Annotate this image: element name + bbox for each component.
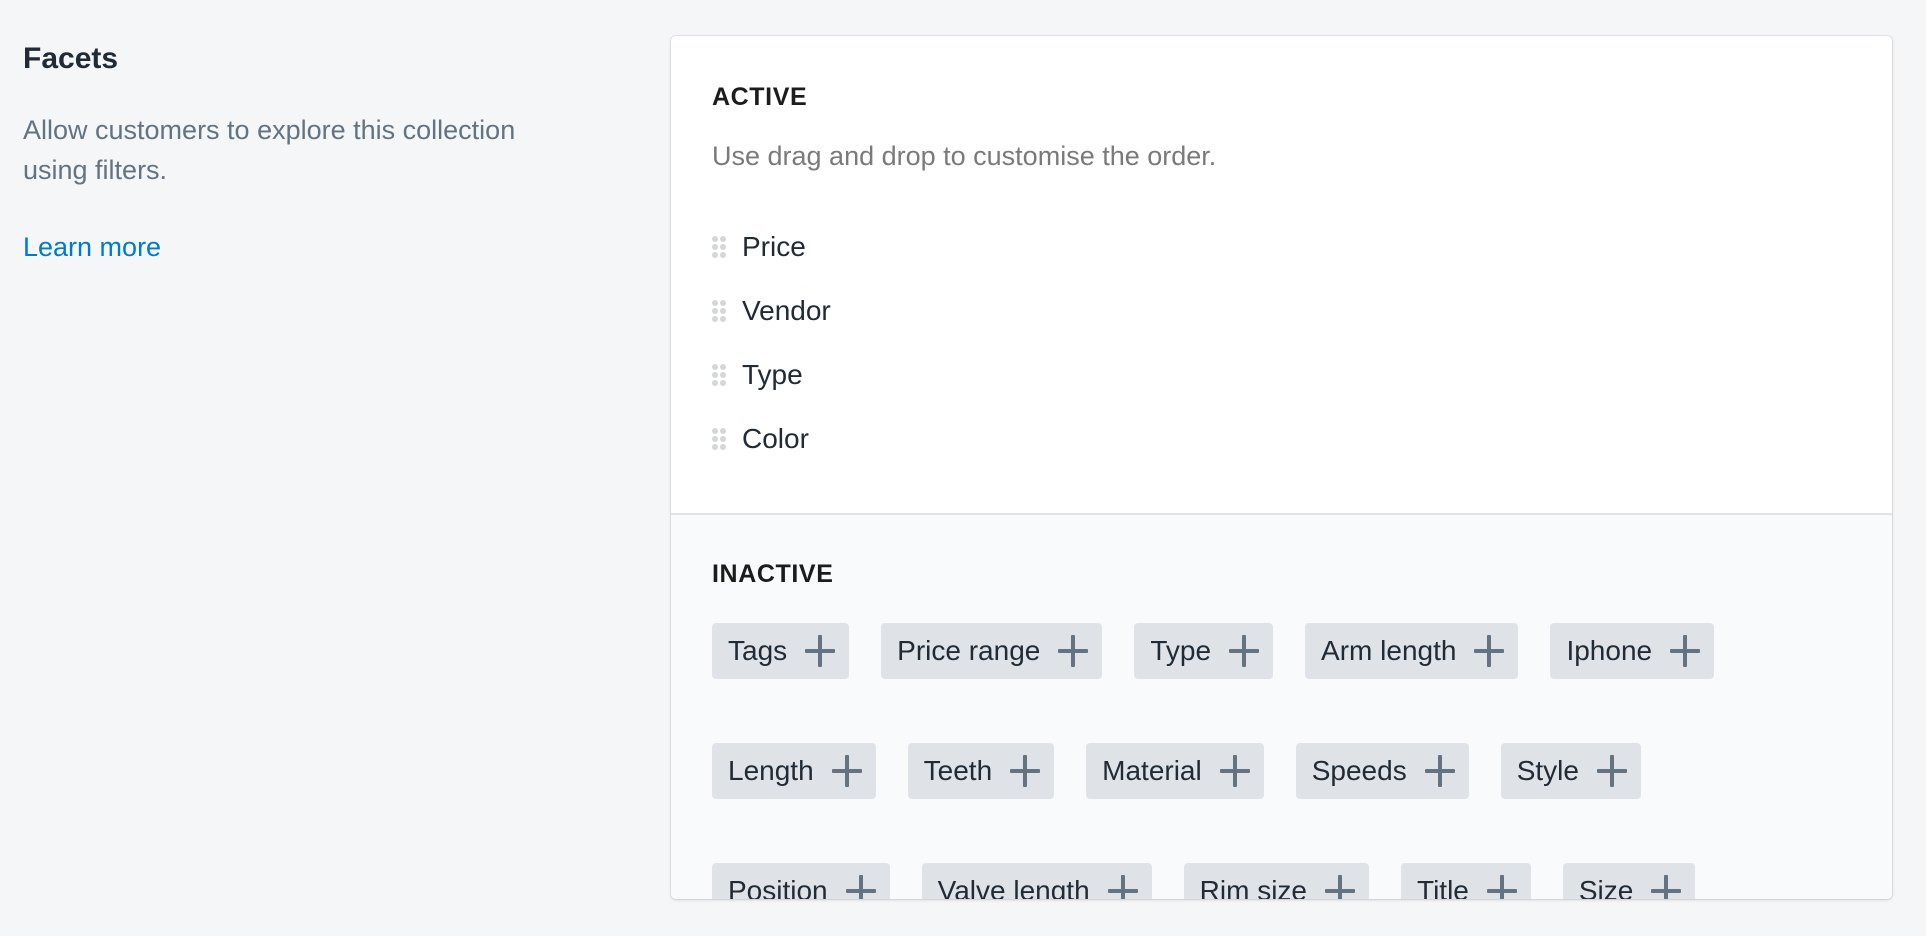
- plus-icon: [1424, 755, 1455, 787]
- tag-label: Type: [1150, 635, 1212, 666]
- plus-icon: [845, 875, 876, 899]
- learn-more-link[interactable]: Learn more: [23, 227, 161, 267]
- tag-label: Valve length: [937, 875, 1090, 899]
- tag-label: Price range: [897, 635, 1041, 666]
- add-facet-tag-button[interactable]: Rim size: [1183, 863, 1369, 899]
- active-facet-item[interactable]: Type: [712, 343, 1851, 407]
- plus-icon: [1010, 755, 1041, 787]
- add-facet-tag-button[interactable]: Style: [1500, 743, 1641, 799]
- facets-settings-layout: Facets Allow customers to explore this c…: [0, 0, 1926, 936]
- add-facet-tag-button[interactable]: Iphone: [1550, 623, 1715, 679]
- inactive-section-title: INACTIVE: [712, 560, 834, 588]
- active-section-title: ACTIVE: [712, 83, 808, 111]
- tag-label: Length: [728, 755, 814, 786]
- add-facet-tag-button[interactable]: Tags: [712, 623, 850, 679]
- add-facet-tag-button[interactable]: Type: [1134, 623, 1274, 679]
- add-facet-tag-button[interactable]: Length: [712, 743, 876, 799]
- active-facet-label: Color: [742, 423, 809, 454]
- drag-handle-icon[interactable]: [712, 428, 726, 450]
- add-facet-tag-button[interactable]: Material: [1086, 743, 1264, 799]
- drag-handle-icon[interactable]: [712, 300, 726, 322]
- plus-icon: [1486, 875, 1517, 899]
- plus-icon: [1229, 635, 1260, 667]
- tag-label: Teeth: [923, 755, 993, 786]
- section-heading: Facets: [23, 42, 119, 75]
- plus-icon: [1596, 755, 1627, 787]
- tag-label: Material: [1102, 755, 1202, 786]
- add-facet-tag-button[interactable]: Speeds: [1295, 743, 1469, 799]
- tag-label: Position: [728, 875, 828, 899]
- active-section-help-text: Use drag and drop to customise the order…: [712, 141, 1217, 171]
- tag-label: Size: [1578, 875, 1634, 899]
- tag-label: Arm length: [1321, 635, 1457, 666]
- facets-card: ACTIVE Use drag and drop to customise th…: [671, 36, 1892, 899]
- active-facet-item[interactable]: Price: [712, 215, 1851, 279]
- drag-handle-icon[interactable]: [712, 364, 726, 386]
- add-facet-tag-button[interactable]: Size: [1562, 863, 1696, 899]
- active-facet-label: Vendor: [742, 295, 831, 326]
- add-facet-tag-button[interactable]: Teeth: [907, 743, 1055, 799]
- inactive-facets-tag-list: Tags Price range Type Arm length Iphone …: [712, 623, 1812, 899]
- tag-label: Tags: [728, 635, 788, 666]
- active-facet-label: Type: [742, 359, 803, 390]
- plus-icon: [1670, 635, 1701, 667]
- active-facet-item[interactable]: Color: [712, 407, 1851, 471]
- plus-icon: [1325, 875, 1355, 899]
- add-facet-tag-button[interactable]: Valve length: [921, 863, 1152, 899]
- plus-icon: [1219, 755, 1250, 787]
- active-facet-label: Price: [742, 231, 806, 262]
- tag-label: Title: [1417, 875, 1469, 899]
- plus-icon: [1474, 635, 1505, 667]
- active-facets-section: ACTIVE Use drag and drop to customise th…: [671, 36, 1892, 513]
- active-facet-item[interactable]: Vendor: [712, 279, 1851, 343]
- tag-label: Iphone: [1566, 635, 1653, 666]
- plus-icon: [1107, 875, 1138, 899]
- facets-annotation: Facets Allow customers to explore this c…: [23, 38, 583, 267]
- inactive-facets-section: INACTIVE Tags Price range Type Arm lengt…: [671, 513, 1892, 899]
- drag-handle-icon[interactable]: [712, 236, 726, 258]
- plus-icon: [1058, 635, 1089, 667]
- plus-icon: [805, 635, 836, 667]
- plus-icon: [831, 755, 862, 787]
- tag-label: Rim size: [1199, 875, 1307, 899]
- plus-icon: [1651, 875, 1682, 899]
- add-facet-tag-button[interactable]: Title: [1401, 863, 1531, 899]
- section-description: Allow customers to explore this collecti…: [23, 115, 516, 185]
- tag-label: Speeds: [1311, 755, 1407, 786]
- tag-label: Style: [1516, 755, 1579, 786]
- add-facet-tag-button[interactable]: Position: [712, 863, 890, 899]
- add-facet-tag-button[interactable]: Price range: [881, 623, 1103, 679]
- add-facet-tag-button[interactable]: Arm length: [1305, 623, 1519, 679]
- active-facets-list: Price Vendor Type Color: [712, 215, 1851, 471]
